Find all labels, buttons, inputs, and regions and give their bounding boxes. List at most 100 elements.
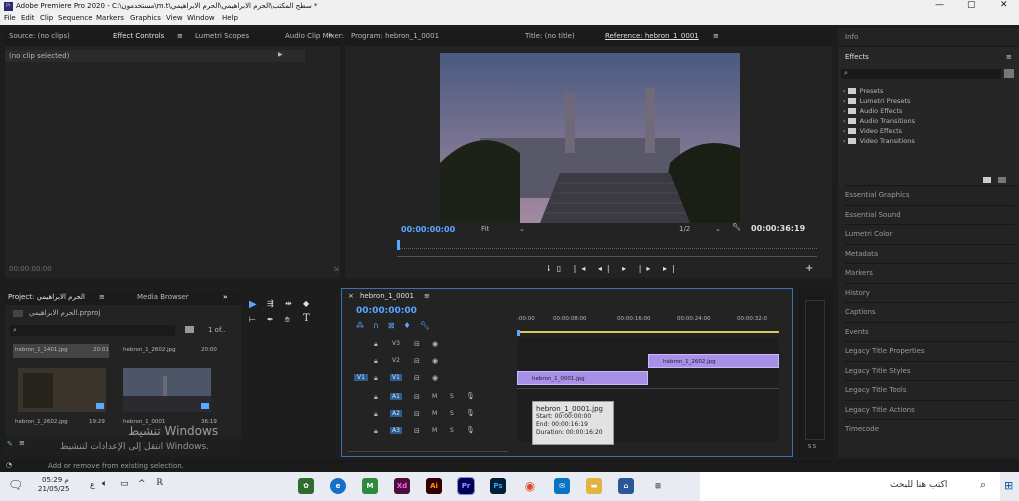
new-bin-icon[interactable] [983, 177, 991, 183]
close-icon[interactable]: × [348, 292, 354, 300]
tab-title[interactable]: Title: (no title) [525, 32, 575, 40]
film-sync-icon[interactable]: ⊟ [414, 340, 420, 348]
panel-tab-lumetri-color[interactable]: Lumetri Color [845, 224, 1015, 243]
solo-buttons[interactable]: S S [808, 444, 816, 450]
work-area-bar[interactable] [517, 331, 779, 333]
timeline-timecode[interactable]: 00:00:00:00 [356, 306, 417, 316]
effects-item-audio-transitions[interactable]: › Audio Transitions [843, 117, 1013, 127]
film-sync-icon[interactable]: ⊟ [414, 357, 420, 365]
menu-lines-icon[interactable]: ≡ [1006, 53, 1012, 61]
timeline-tab[interactable]: hebron_1_0001 [360, 292, 414, 300]
project-item-label[interactable]: hebron_1_2602.jpg 20:00 [121, 344, 217, 358]
export-icon[interactable]: ⇲ [333, 265, 339, 273]
store-icon[interactable]: ⌂ [618, 478, 634, 494]
slip-tool-icon[interactable]: ⊢ [249, 315, 256, 324]
play-triangle-icon[interactable]: ▶ [278, 51, 283, 58]
project-item-label[interactable]: hebron_1_2602.jpg 19:29 [13, 418, 109, 428]
add-button[interactable]: + [805, 263, 813, 274]
mail-icon[interactable]: ✉ [554, 478, 570, 494]
tab-source[interactable]: Source: (no clips) [9, 32, 70, 40]
list-view-icon[interactable]: ≡ [19, 439, 25, 447]
task-view-icon[interactable]: ⊞ [650, 478, 666, 494]
microphone-icon[interactable]: 🎙︎ [466, 409, 475, 417]
panel-tab-metadata[interactable]: Metadata [845, 243, 1015, 263]
track-select-icon[interactable]: ⇶ [267, 299, 274, 308]
project-thumbnail[interactable] [18, 368, 106, 412]
delete-icon[interactable] [998, 177, 1006, 183]
xd-icon[interactable]: Xd [394, 478, 410, 494]
panel-overflow-icon[interactable]: » [328, 31, 333, 39]
volume-icon[interactable]: 🔈︎ [102, 479, 107, 489]
paint-icon[interactable]: ✿ [298, 478, 314, 494]
menu-view[interactable]: View [166, 14, 183, 22]
tab-project[interactable]: Project: الحرم الابراهيمي [8, 293, 85, 301]
program-scrubber[interactable] [397, 243, 817, 249]
timeline-clip[interactable]: hebron_1_2602.jpg [648, 354, 779, 368]
effects-item-video-transitions[interactable]: › Video Transitions [843, 137, 1013, 147]
effects-item-video-effects[interactable]: › Video Effects [843, 127, 1013, 137]
menu-window[interactable]: Window [187, 14, 215, 22]
lock-icon[interactable]: 🔒︎ [374, 357, 378, 366]
hand-tool-icon[interactable]: ✋︎ [285, 315, 290, 325]
timeline-playhead[interactable] [517, 330, 520, 336]
eye-icon[interactable]: ◉ [432, 357, 438, 365]
timeline-clip[interactable]: hebron_1_0001.jpg [517, 371, 648, 385]
menu-edit[interactable]: Edit [21, 14, 35, 22]
lock-icon[interactable]: 🔒︎ [374, 374, 378, 383]
solo-button[interactable]: S [450, 410, 454, 417]
panel-tab-essential-sound[interactable]: Essential Sound [845, 204, 1015, 224]
language-indicator[interactable]: ع [90, 480, 95, 489]
pen-icon[interactable]: ✒ [267, 315, 274, 324]
timeline-scrollbar[interactable] [348, 445, 508, 452]
menu-help[interactable]: Help [222, 14, 238, 22]
project-item-label[interactable]: hebron_1_1401.jpg 20:01 [13, 344, 109, 358]
lock-icon[interactable]: 🔒︎ [374, 410, 378, 419]
effects-item-lumetri-presets[interactable]: › Lumetri Presets [843, 97, 1013, 107]
menu-markers[interactable]: Markers [96, 14, 124, 22]
film-sync-icon[interactable]: ⊟ [414, 393, 420, 401]
menu-lines-icon[interactable]: ≡ [177, 32, 183, 40]
lock-icon[interactable]: 🔒︎ [374, 393, 378, 402]
windows-start-icon[interactable]: ⊞ [1004, 479, 1013, 492]
taskbar-search-input[interactable]: اكتب هنا للبحث ⌕ [700, 472, 1000, 501]
app-m-icon[interactable]: M [362, 478, 378, 494]
panel-tab-history[interactable]: History [845, 282, 1015, 302]
chevron-down-icon[interactable]: ⌄ [715, 225, 721, 233]
people-icon[interactable]: ℝ [156, 478, 163, 488]
menu-sequence[interactable]: Sequence [58, 14, 93, 22]
wrench-icon[interactable]: 🔧︎ [732, 223, 741, 231]
film-sync-icon[interactable]: ⊟ [414, 427, 420, 435]
mute-button[interactable]: M [432, 427, 437, 434]
illustrator-icon[interactable]: Ai [426, 478, 442, 494]
film-sync-icon[interactable]: ⊟ [414, 374, 420, 382]
fit-dropdown[interactable]: Fit [481, 225, 489, 233]
menu-lines-icon[interactable]: ≡ [424, 292, 430, 300]
lock-icon[interactable]: 🔒︎ [374, 340, 378, 349]
file-explorer-icon[interactable]: ▬ [586, 478, 602, 494]
eye-icon[interactable]: ◉ [432, 340, 438, 348]
selection-tool-icon[interactable]: ▶ [249, 299, 257, 310]
pencil-icon[interactable]: ✎ [7, 440, 13, 448]
tab-reference[interactable]: Reference: hebron_1_0001 [605, 32, 699, 40]
effects-search-input[interactable]: ⌕ [841, 69, 1001, 79]
solo-button[interactable]: S [450, 427, 454, 434]
effects-item-audio-effects[interactable]: › Audio Effects [843, 107, 1013, 117]
chevron-down-icon[interactable]: ⌄ [519, 225, 525, 233]
menu-lines-icon[interactable]: ≡ [99, 293, 105, 301]
tab-audio-clip-mixer[interactable]: Audio Clip Mixer: h [285, 32, 351, 40]
chrome-icon[interactable]: ◉ [522, 478, 538, 494]
chevron-up-icon[interactable]: ^ [138, 479, 146, 489]
ripple-edit-icon[interactable]: ⇹ [285, 299, 292, 308]
bin-icon[interactable] [185, 326, 194, 333]
type-tool-icon[interactable]: T [303, 313, 310, 324]
panel-tab-essential-graphics[interactable]: Essential Graphics [845, 185, 1015, 204]
info-panel-tab[interactable]: Info [845, 33, 858, 41]
notification-icon[interactable]: 🗨︎ [8, 478, 23, 492]
mute-button[interactable]: M [432, 393, 437, 400]
tab-effect-controls[interactable]: Effect Controls [113, 32, 164, 40]
zoom-bar[interactable] [397, 253, 817, 257]
tab-media-browser[interactable]: Media Browser [137, 293, 189, 301]
new-preset-icon[interactable] [1004, 69, 1014, 78]
eye-icon[interactable]: ◉ [432, 374, 438, 382]
mute-button[interactable]: M [432, 410, 437, 417]
